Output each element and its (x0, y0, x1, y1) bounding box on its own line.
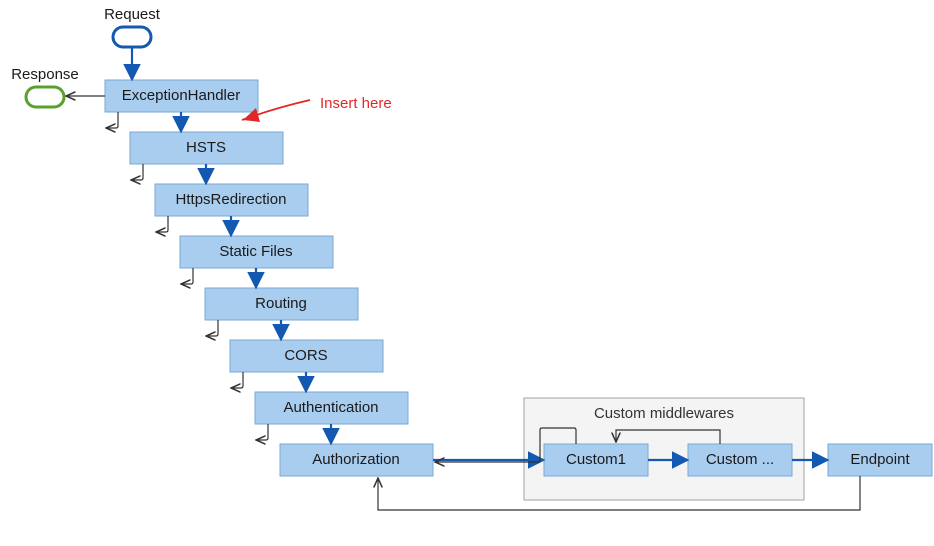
box-authorization: Authorization (280, 444, 433, 476)
svg-text:Static Files: Static Files (219, 243, 292, 260)
svg-text:HSTS: HSTS (186, 139, 226, 156)
box-exceptionhandler: ExceptionHandler (105, 80, 258, 112)
request-terminator (113, 27, 151, 47)
response-label: Response (11, 66, 79, 83)
svg-text:Endpoint: Endpoint (850, 451, 910, 468)
svg-text:Custom1: Custom1 (566, 451, 626, 468)
svg-text:Insert here: Insert here (320, 95, 392, 112)
box-custom2: Custom ... (688, 444, 792, 476)
svg-text:CORS: CORS (284, 347, 327, 364)
svg-text:Authentication: Authentication (283, 399, 378, 416)
svg-text:Custom ...: Custom ... (706, 451, 774, 468)
svg-text:Authorization: Authorization (312, 451, 400, 468)
middleware-pipeline-diagram: Request Response Custom middlewares Exce… (0, 0, 934, 546)
svg-text:HttpsRedirection: HttpsRedirection (176, 191, 287, 208)
insert-annotation: Insert here (242, 95, 392, 122)
box-httpsredirection: HttpsRedirection (155, 184, 308, 216)
svg-text:Routing: Routing (255, 295, 307, 312)
box-staticfiles: Static Files (180, 236, 333, 268)
box-hsts: HSTS (130, 132, 283, 164)
box-authentication: Authentication (255, 392, 408, 424)
response-terminator (26, 87, 64, 107)
box-routing: Routing (205, 288, 358, 320)
box-cors: CORS (230, 340, 383, 372)
box-custom1: Custom1 (544, 444, 648, 476)
custom-middlewares-label: Custom middlewares (594, 405, 734, 422)
box-endpoint: Endpoint (828, 444, 932, 476)
svg-text:ExceptionHandler: ExceptionHandler (122, 87, 240, 104)
request-label: Request (104, 6, 161, 23)
